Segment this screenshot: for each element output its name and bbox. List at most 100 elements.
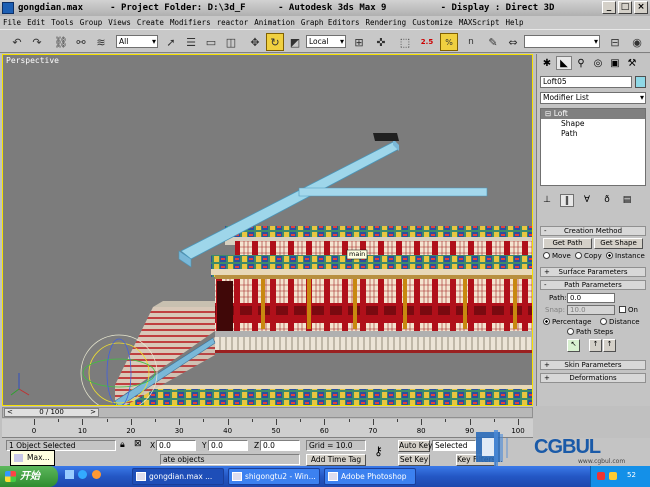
path-parameters-rollout[interactable]: - Path Parameters <box>540 280 646 290</box>
menu-file[interactable]: File <box>3 18 21 27</box>
object-name-field[interactable]: Loft05 <box>540 76 632 88</box>
taskbar-item-3dsmax[interactable]: gongdian.max ... <box>132 468 224 485</box>
align-icon[interactable]: ⊟ <box>606 33 624 51</box>
hierarchy-tab-icon[interactable]: ⚲ <box>573 56 589 70</box>
absolute-mode-icon[interactable]: ⊠ <box>134 439 142 449</box>
snap-on-checkbox[interactable] <box>619 306 626 313</box>
time-slider-next[interactable]: > <box>90 409 96 416</box>
menu-rendering[interactable]: Rendering <box>366 18 407 27</box>
skin-parameters-rollout[interactable]: + Skin Parameters <box>540 360 646 370</box>
modifier-list-dropdown[interactable]: Modifier List <box>540 92 646 104</box>
menu-modifiers[interactable]: Modifiers <box>170 18 211 27</box>
tray-antivirus-icon[interactable] <box>597 472 605 480</box>
make-unique-icon[interactable]: ∀ <box>580 194 594 207</box>
x-coordinate-field[interactable]: 0.0 <box>156 440 196 451</box>
pin-stack-icon[interactable]: ⊥ <box>540 194 554 207</box>
creation-method-rollout[interactable]: - Creation Method <box>540 226 646 236</box>
angle-snap-icon[interactable]: 2.5 <box>418 33 436 51</box>
named-selection-sets-dropdown[interactable] <box>524 35 600 48</box>
menu-reactor[interactable]: reactor <box>217 18 249 27</box>
motion-tab-icon[interactable]: ◎ <box>590 56 606 70</box>
menu-edit[interactable]: Edit <box>27 18 45 27</box>
selection-filter-dropdown[interactable]: All <box>116 35 158 48</box>
time-slider[interactable]: < 0 / 100 > <box>2 407 533 418</box>
z-coordinate-field[interactable]: 0.0 <box>260 440 300 451</box>
undo-icon[interactable]: ↶ <box>8 33 26 51</box>
minimize-button[interactable]: _ <box>602 1 616 14</box>
add-time-tag-button[interactable]: Add Time Tag <box>306 454 366 466</box>
object-color-swatch[interactable] <box>635 76 646 88</box>
key-filters-button[interactable]: Key Filters... <box>456 454 503 466</box>
3dsmax-app-icon[interactable] <box>2 2 14 14</box>
menu-tools[interactable]: Tools <box>51 18 74 27</box>
taskbar-item-explorer[interactable]: shigongtu2 - Win... <box>228 468 320 485</box>
stack-collapse-icon[interactable]: ⊟ <box>545 109 551 118</box>
viewport-label[interactable]: Perspective <box>6 56 59 65</box>
stack-item-shape[interactable]: Shape <box>541 119 645 129</box>
material-editor-icon[interactable]: ◉ <box>628 33 646 51</box>
unlink-icon[interactable]: ⚯ <box>72 33 90 51</box>
show-end-result-icon[interactable]: ‖ <box>560 194 574 207</box>
path-value-field[interactable]: 0.0 <box>567 293 615 303</box>
start-button[interactable]: 开始 <box>0 466 58 487</box>
select-and-move-icon[interactable]: ✥ <box>246 33 264 51</box>
select-and-link-icon[interactable]: ⛓ <box>52 33 70 51</box>
select-and-scale-icon[interactable]: ◩ <box>286 33 304 51</box>
percentage-radio[interactable]: Percentage <box>543 318 591 326</box>
distance-radio[interactable]: Distance <box>600 318 640 326</box>
instance-radio[interactable]: Instance <box>606 252 645 260</box>
menu-graph-editors[interactable]: Graph Editors <box>301 18 360 27</box>
ie-icon[interactable] <box>78 470 88 479</box>
previous-shape-icon[interactable]: ↑ <box>589 339 602 352</box>
menu-create[interactable]: Create <box>137 18 164 27</box>
time-slider-prev[interactable]: < <box>7 409 13 416</box>
percent-snap-icon[interactable]: % <box>440 33 458 51</box>
menu-animation[interactable]: Animation <box>254 18 295 27</box>
pick-shape-icon[interactable]: ↖ <box>567 339 580 352</box>
menu-customize[interactable]: Customize <box>412 18 453 27</box>
show-desktop-icon[interactable] <box>65 470 74 479</box>
rectangular-selection-icon[interactable]: ▭ <box>202 33 220 51</box>
get-path-button[interactable]: Get Path <box>543 238 592 249</box>
maximize-button[interactable]: □ <box>618 1 632 14</box>
stack-item-path[interactable]: Path <box>541 129 645 139</box>
snap-value-field[interactable]: 10.0 <box>567 305 615 315</box>
spinner-snap-icon[interactable]: n <box>462 33 480 51</box>
menu-views[interactable]: Views <box>108 18 131 27</box>
key-icon[interactable]: ⚷ <box>374 444 383 458</box>
menu-help[interactable]: Help <box>505 18 523 27</box>
select-object-icon[interactable]: ➚ <box>162 33 180 51</box>
configure-sets-icon[interactable]: ▤ <box>620 194 634 207</box>
track-bar[interactable]: 0 10 20 30 40 50 60 70 80 90 100 <box>2 419 533 438</box>
next-shape-icon[interactable]: ↑ <box>603 339 616 352</box>
taskbar-item-photoshop[interactable]: Adobe Photoshop <box>324 468 416 485</box>
perspective-viewport[interactable]: Perspective main <box>2 54 533 406</box>
auto-key-button[interactable]: Auto Key <box>398 440 432 452</box>
close-button[interactable]: × <box>634 1 648 14</box>
menu-maxscript[interactable]: MAXScript <box>459 18 500 27</box>
path-steps-radio[interactable]: Path Steps <box>567 328 613 336</box>
bind-space-warp-icon[interactable]: ≋ <box>92 33 110 51</box>
get-shape-button[interactable]: Get Shape <box>594 238 643 249</box>
stack-item-loft[interactable]: ⊟ Loft <box>541 109 645 119</box>
display-tab-icon[interactable]: ▣ <box>607 56 623 70</box>
select-by-name-icon[interactable]: ☰ <box>182 33 200 51</box>
modify-tab-icon[interactable]: ◣ <box>556 56 572 70</box>
media-player-icon[interactable] <box>91 470 101 479</box>
key-mode-dropdown[interactable]: Selected <box>432 440 476 451</box>
create-tab-icon[interactable]: ✱ <box>539 56 555 70</box>
mirror-icon[interactable]: ⇔ <box>504 33 522 51</box>
lock-selection-icon[interactable]: 🔒︎ <box>120 440 125 450</box>
reference-coordinate-dropdown[interactable]: Local <box>306 35 346 48</box>
redo-icon[interactable]: ↷ <box>28 33 46 51</box>
deformations-rollout[interactable]: + Deformations <box>540 373 646 383</box>
window-crossing-icon[interactable]: ◫ <box>222 33 240 51</box>
snaps-toggle-icon[interactable]: ⬚ <box>396 33 414 51</box>
edit-named-selection-icon[interactable]: ✎ <box>484 33 502 51</box>
copy-radio[interactable]: Copy <box>575 252 602 260</box>
utilities-tab-icon[interactable]: ⚒ <box>624 56 640 70</box>
surface-parameters-rollout[interactable]: + Surface Parameters <box>540 267 646 277</box>
y-coordinate-field[interactable]: 0.0 <box>208 440 248 451</box>
select-and-manipulate-icon[interactable]: ✜ <box>372 33 390 51</box>
set-key-button[interactable]: Set Key <box>398 454 430 466</box>
